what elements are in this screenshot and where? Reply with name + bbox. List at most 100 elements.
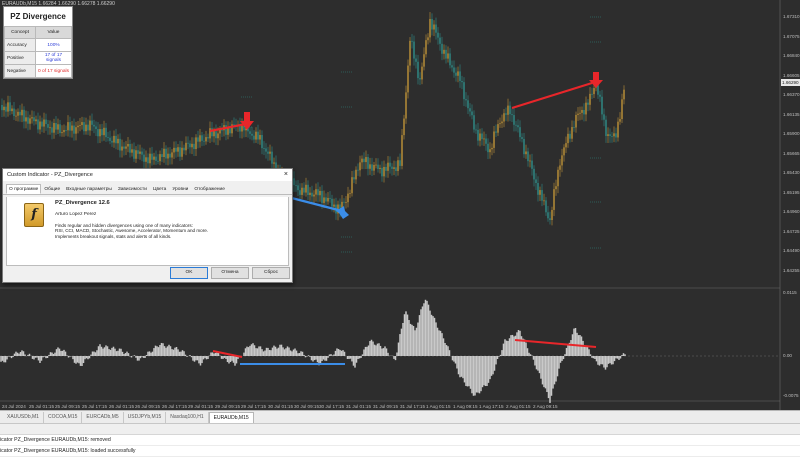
candle-body: [491, 147, 493, 150]
candle-body: [81, 122, 83, 126]
candle-body: [619, 119, 621, 122]
candle-body: [609, 134, 611, 136]
tab-eurcad[interactable]: EURCADb,M5: [82, 412, 124, 423]
time-tick-label: 26 Jul 09:15: [135, 404, 161, 409]
tab-about[interactable]: О программе: [6, 184, 42, 194]
candle-body: [617, 121, 619, 138]
candle-body: [41, 121, 43, 127]
custom-indicator-dialog[interactable]: Custom Indicator - PZ_Divergence × О про…: [2, 168, 293, 283]
candle-body: [567, 133, 569, 144]
candle-body: [411, 40, 413, 42]
candle-body: [9, 102, 11, 112]
candle-body: [265, 148, 267, 152]
dialog-titlebar[interactable]: Custom Indicator - PZ_Divergence ×: [3, 169, 292, 181]
candle-body: [409, 40, 411, 66]
time-tick-label: 29 Jul 09:15: [215, 404, 241, 409]
tab-xauusd[interactable]: XAUUSDb,M1: [3, 412, 44, 423]
candle-body: [119, 138, 121, 151]
tab-usdjpy[interactable]: USDJPYb,M15: [124, 412, 167, 423]
candle-body: [207, 137, 209, 139]
price-tick-label: 1.66840: [783, 53, 800, 58]
candle-body: [193, 143, 195, 150]
candle-body: [107, 137, 109, 138]
candle-body: [227, 128, 229, 135]
journal-log: icator PZ_Divergence EURAUDb,M15: remove…: [0, 423, 800, 457]
stats-header-row: Concept Value: [4, 26, 72, 39]
candle-body: [139, 151, 141, 154]
stats-row-accuracy: Accuracy 100%: [4, 38, 72, 52]
candle-body: [313, 194, 315, 197]
candle-body: [541, 190, 543, 201]
candle-body: [573, 127, 575, 128]
tab-dependencies[interactable]: Зависимости: [115, 184, 150, 194]
candle-body: [255, 131, 257, 140]
tab-inputs[interactable]: Входные параметры: [63, 184, 115, 194]
candle-body: [343, 201, 345, 203]
candle-body: [151, 153, 153, 160]
candle-body: [585, 102, 587, 115]
candle-body: [269, 151, 271, 154]
candle-body: [621, 99, 623, 120]
candle-body: [559, 165, 561, 170]
candle-body: [525, 151, 527, 155]
candle-body: [603, 114, 605, 120]
candle-body: [435, 24, 437, 33]
candle-body: [601, 96, 603, 115]
candle-body: [33, 117, 35, 122]
candle-body: [155, 156, 157, 161]
candle-body: [403, 118, 405, 136]
reset-button[interactable]: Сброс: [252, 267, 290, 279]
candle-body: [307, 184, 309, 195]
candle-body: [557, 169, 559, 187]
candle-body: [385, 166, 387, 171]
stats-table: Concept Value Accuracy 100% Positive 17 …: [4, 26, 72, 78]
candle-body: [357, 169, 359, 171]
tab-common[interactable]: Общие: [41, 184, 63, 194]
candle-body: [89, 120, 91, 131]
candle-body: [483, 138, 485, 140]
candle-body: [431, 18, 433, 30]
candle-body: [315, 189, 317, 195]
candle-body: [489, 149, 491, 153]
candle-body: [433, 24, 435, 30]
candle-body: [429, 18, 431, 38]
tab-levels[interactable]: Уровни: [169, 184, 191, 194]
tab-cocoa[interactable]: COCOA,M15: [44, 412, 83, 423]
candle-body: [509, 105, 511, 115]
candle-body: [535, 179, 537, 184]
candle-body: [479, 133, 481, 141]
candle-body: [461, 80, 463, 83]
candle-body: [375, 164, 377, 166]
candle-body: [373, 164, 375, 171]
tab-euraud[interactable]: EURAUDb,M15: [208, 412, 254, 423]
candle-body: [5, 106, 7, 112]
candle-body: [203, 140, 205, 142]
stats-value: 17 of 17 signals: [35, 51, 72, 65]
ok-button[interactable]: OK: [170, 267, 208, 279]
tab-visualization[interactable]: Отображение: [191, 184, 228, 194]
price-tick-label: 1.65665: [783, 150, 800, 156]
candle-body: [593, 88, 595, 95]
tab-colors[interactable]: Цвета: [150, 184, 169, 194]
candle-body: [469, 108, 471, 112]
candle-body: [367, 157, 369, 169]
candle-body: [565, 143, 567, 148]
candle-body: [569, 133, 571, 139]
candle-body: [73, 125, 75, 134]
candle-body: [59, 124, 61, 134]
candle-body: [257, 131, 259, 140]
time-tick-label: 26 Jul 01:15: [109, 404, 135, 409]
tab-nasdaq[interactable]: Nasdaq100,H1: [166, 412, 209, 423]
osc-axis-zero: 0.00: [783, 353, 792, 358]
time-tick-label: 25 Jul 17:15: [82, 404, 108, 409]
candle-body: [63, 129, 65, 133]
candle-body: [45, 119, 47, 125]
candle-body: [125, 146, 127, 149]
candle-body: [253, 135, 255, 140]
time-tick-label: 1 Aug 17:15: [479, 404, 504, 409]
candle-body: [225, 125, 227, 135]
close-icon[interactable]: ×: [284, 169, 288, 181]
time-tick-label: 1 Aug 01:15: [426, 404, 451, 409]
dialog-title: Custom Indicator - PZ_Divergence: [7, 172, 93, 178]
cancel-button[interactable]: Отмена: [211, 267, 249, 279]
